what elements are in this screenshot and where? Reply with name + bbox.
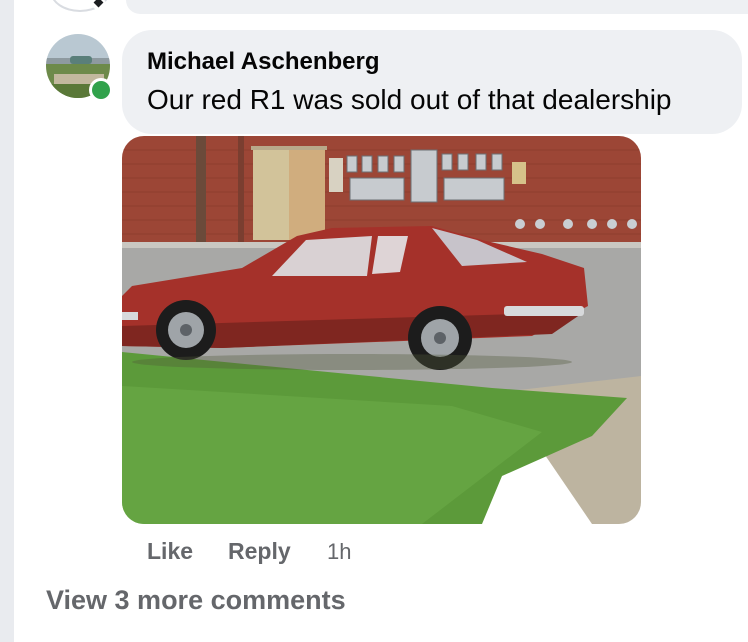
comment-bubble[interactable]: [122, 30, 742, 134]
comment-author[interactable]: Michael Aschenberg: [147, 48, 380, 76]
red-car-image: [122, 136, 641, 524]
previous-comment-bubble: [126, 0, 748, 14]
reply-button[interactable]: Reply: [228, 538, 291, 565]
comment-text: Our red R1 was sold out of that dealersh…: [147, 84, 672, 115]
comment-photo[interactable]: [122, 136, 641, 524]
online-status-icon: [89, 78, 113, 102]
like-button[interactable]: Like: [147, 538, 193, 565]
comment-timestamp[interactable]: 1h: [327, 539, 351, 565]
view-more-comments-link[interactable]: View 3 more comments: [46, 585, 346, 616]
